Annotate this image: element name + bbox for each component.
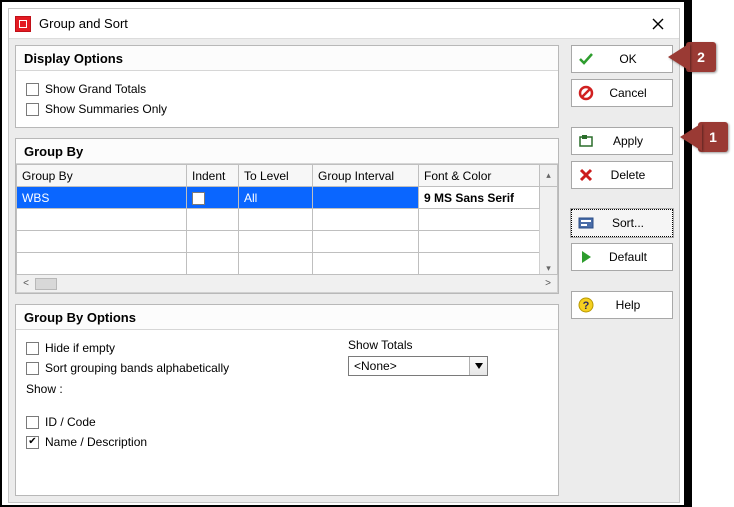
callout-badge-1: 1 [698,122,728,152]
indent-checkbox[interactable] [192,192,205,205]
arrow-icon [668,43,690,71]
group-by-header: Group By [16,139,558,164]
scroll-right-icon[interactable]: > [539,275,557,292]
close-button[interactable] [643,12,673,36]
cell-group-by[interactable]: WBS [17,187,187,209]
play-icon [578,249,594,265]
id-code-label: ID / Code [45,415,96,429]
table-header-row: Group By Indent To Level Group Interval … [17,165,558,187]
cell-indent[interactable] [187,187,239,209]
apply-icon [578,133,594,149]
col-indent[interactable]: Indent [187,165,239,187]
chevron-down-icon[interactable] [469,357,487,375]
show-totals-label: Show Totals [348,338,548,352]
cell-group-interval[interactable] [313,187,419,209]
show-totals-select[interactable]: <None> [348,356,488,376]
group-and-sort-dialog: Group and Sort Display Options Show Gran… [8,8,680,503]
delete-button[interactable]: Delete [571,161,673,189]
show-label: Show : [26,378,328,412]
window-title: Group and Sort [39,16,643,31]
group-by-options-header: Group By Options [16,305,558,330]
show-summaries-only-checkbox[interactable] [26,103,39,116]
group-by-section: Group By Grou [15,138,559,294]
id-code-checkbox[interactable] [26,416,39,429]
titlebar: Group and Sort [9,9,679,39]
cancel-button[interactable]: Cancel [571,79,673,107]
show-grand-totals-checkbox[interactable] [26,83,39,96]
ok-button[interactable]: OK [571,45,673,73]
scroll-thumb[interactable] [35,278,57,290]
table-row[interactable] [17,231,558,253]
col-font-color[interactable]: Font & Color [419,165,540,187]
cell-to-level[interactable]: All [239,187,313,209]
button-panel: OK Cancel Apply Delete Sor [565,39,679,502]
col-group-by[interactable]: Group By [17,165,187,187]
name-description-label: Name / Description [45,435,147,449]
apply-button[interactable]: Apply [571,127,673,155]
show-grand-totals-label: Show Grand Totals [45,82,146,96]
scroll-left-icon[interactable]: < [17,275,35,292]
svg-text:?: ? [583,300,590,312]
col-group-interval[interactable]: Group Interval [313,165,419,187]
table-row[interactable]: WBS All 9 MS Sans Serif ▾ [17,187,558,209]
app-icon [15,16,31,32]
table-row[interactable] [17,253,558,275]
scroll-up-icon[interactable]: ▴ [540,165,558,187]
help-icon: ? [578,297,594,313]
callout-1: 1 [680,122,728,152]
check-icon [578,51,594,67]
show-summaries-only-label: Show Summaries Only [45,102,167,116]
col-to-level[interactable]: To Level [239,165,313,187]
callout-badge-2: 2 [686,42,716,72]
scroll-down-icon[interactable]: ▾ [540,263,557,274]
main-panel: Display Options Show Grand Totals Show S… [9,39,565,502]
table-row[interactable] [17,209,558,231]
sort-alpha-label: Sort grouping bands alphabetically [45,361,229,375]
callout-2: 2 [668,42,716,72]
vertical-scrollbar[interactable]: ▾ [540,187,558,275]
sort-button[interactable]: Sort... [571,209,673,237]
group-by-table: Group By Indent To Level Group Interval … [16,164,558,275]
horizontal-scrollbar[interactable]: < > [16,275,558,293]
display-options-header: Display Options [16,46,558,71]
cancel-icon [578,85,594,101]
cell-font-color[interactable]: 9 MS Sans Serif [419,187,540,209]
default-button[interactable]: Default [571,243,673,271]
sort-alpha-checkbox[interactable] [26,362,39,375]
name-description-checkbox[interactable] [26,436,39,449]
hide-if-empty-label: Hide if empty [45,341,115,355]
hide-if-empty-checkbox[interactable] [26,342,39,355]
help-button[interactable]: ? Help [571,291,673,319]
arrow-icon [680,123,702,151]
group-by-options-section: Group By Options Hide if empty Sort [15,304,559,496]
display-options-section: Display Options Show Grand Totals Show S… [15,45,559,128]
delete-icon [578,167,594,183]
sort-icon [578,215,594,231]
show-totals-value: <None> [349,359,469,373]
close-icon [652,18,664,30]
